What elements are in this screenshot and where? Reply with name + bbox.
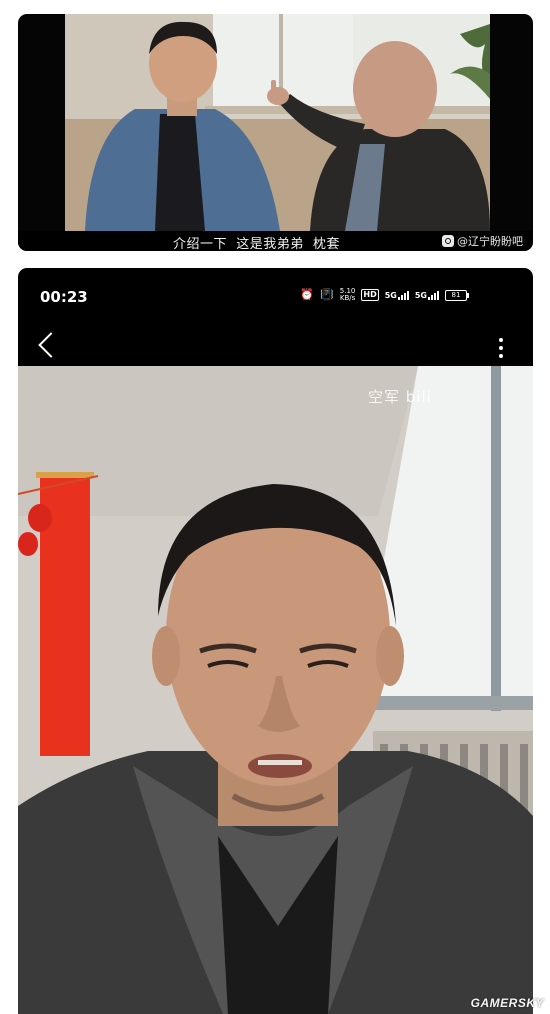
top-video-frame: 介绍一下 这是我弟弟 枕套 @辽宁盼盼吧 [18, 14, 533, 251]
net-speed: 5.10 KB/s [340, 288, 356, 302]
signal-bars-icon [428, 290, 439, 300]
status-icons: ⏰ 📳 5.10 KB/s HD 5G 5G 81 [300, 288, 469, 302]
back-button[interactable] [38, 332, 64, 358]
video-scene-two-men [65, 14, 490, 231]
status-bar: 00:23 ⏰ 📳 5.10 KB/s HD 5G 5G 81 [18, 268, 533, 326]
sim1-signal: 5G [384, 290, 409, 300]
video-watermark: 空军 bili [368, 388, 432, 406]
scene-illustration [65, 14, 490, 231]
signal-bars-icon [397, 290, 409, 300]
status-time: 00:23 [40, 288, 88, 306]
source-watermark-text: @辽宁盼盼吧 [457, 235, 523, 248]
sim1-label: 5G [384, 290, 397, 300]
sim2-signal: 5G [414, 290, 439, 300]
alarm-clock-icon: ⏰ [300, 288, 315, 301]
vibrate-icon: 📳 [320, 288, 334, 301]
phone-screenshot: 00:23 ⏰ 📳 5.10 KB/s HD 5G 5G 81 空军 bili [18, 268, 533, 1014]
hd-badge: HD [361, 289, 379, 301]
gamersky-logo: GAMERSKY [470, 996, 544, 1010]
video-frame-man-closeup[interactable]: 空军 bili [18, 366, 533, 1014]
sim2-label: 5G [414, 290, 427, 300]
net-speed-unit: KB/s [339, 294, 356, 302]
video-subtitle: 介绍一下 这是我弟弟 枕套 [173, 237, 341, 251]
battery-indicator: 81 [445, 289, 469, 301]
weibo-icon [442, 235, 454, 247]
closeup-illustration [18, 366, 533, 1014]
more-options-button[interactable] [499, 338, 503, 360]
source-watermark: @辽宁盼盼吧 [442, 233, 523, 249]
video-nav-bar [18, 326, 533, 366]
